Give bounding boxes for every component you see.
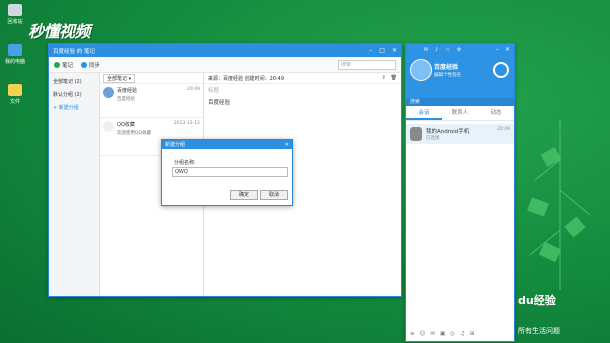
mail-icon[interactable]: ✉ xyxy=(430,331,435,337)
new-note-button[interactable]: 笔记 xyxy=(54,61,73,69)
qq-nickname: 百度经验 xyxy=(434,64,459,71)
tab-conversations[interactable]: 会话 xyxy=(406,106,442,120)
decorative-leaves xyxy=(527,120,591,290)
contacts-icon[interactable]: ☺ xyxy=(420,331,426,337)
plus-icon xyxy=(54,61,60,68)
folder-name-input[interactable]: QWQ xyxy=(172,167,288,177)
notes-search-input[interactable]: 搜索 xyxy=(338,59,396,70)
folder-name-label: 分组名称: xyxy=(174,160,196,166)
tab-contacts[interactable]: 联系人 xyxy=(442,106,478,120)
close-icon[interactable]: ✕ xyxy=(505,46,510,53)
delete-icon[interactable]: 🗑 xyxy=(391,75,397,81)
desktop-icon-file[interactable]: 文件 xyxy=(2,84,28,105)
qq-bottom-toolbar: ≡ ☺ ✉ ▣ ◎ ♫ ⊞ xyxy=(410,331,510,337)
apps-icon[interactable]: ⊞ xyxy=(470,331,475,337)
new-folder-link[interactable]: + 新建分组 xyxy=(49,101,99,114)
desktop-icon-label: 我的电脑 xyxy=(4,59,25,65)
desktop-icon-recycle-bin[interactable]: 回收站 xyxy=(2,4,28,25)
minimize-icon[interactable]: – xyxy=(496,46,499,53)
conversation-name: 我的Android手机 xyxy=(426,129,470,135)
music-icon[interactable]: ♫ xyxy=(460,331,465,337)
new-note-label: 笔记 xyxy=(62,62,74,69)
bell-icon[interactable]: ♪ xyxy=(435,47,438,53)
computer-icon xyxy=(8,44,22,56)
minimize-icon[interactable]: – xyxy=(369,47,372,54)
qq-search-input[interactable]: 搜索 xyxy=(406,98,514,106)
qq-signature[interactable]: 编辑个性签名 xyxy=(434,72,461,78)
close-icon[interactable]: ✕ xyxy=(392,47,397,54)
note-date: 2013-12-12 xyxy=(173,121,200,126)
avatar[interactable] xyxy=(410,59,432,81)
note-title: QQ收藏 xyxy=(117,122,135,128)
note-title: 百度经验 xyxy=(117,88,138,94)
star-icon[interactable]: ☆ xyxy=(445,47,449,53)
tab-feed[interactable]: 动态 xyxy=(478,106,514,120)
conversation-status: 已连接 xyxy=(426,136,440,141)
notes-title-bar: 百度经验 的 笔记 – □ ✕ xyxy=(49,44,401,57)
sync-label: 同步 xyxy=(89,62,101,69)
sync-icon xyxy=(81,61,88,68)
folder-default[interactable]: 默认分组 (2) xyxy=(49,88,99,101)
note-avatar-icon xyxy=(103,87,114,98)
desktop-icon-computer[interactable]: 我的电脑 xyxy=(2,44,28,65)
note-date: 20:49 xyxy=(187,87,200,92)
note-title-input[interactable]: 标题 xyxy=(204,84,401,96)
menu-icon[interactable]: ≡ xyxy=(410,331,415,337)
phone-icon xyxy=(410,127,422,141)
weather-sun-icon[interactable] xyxy=(493,62,509,78)
qq-panel: ✉ ♪ ☆ ⚙ – ✕ 百度经验 编辑个性签名 搜索 会话 联系人 动态 我的A… xyxy=(405,43,515,342)
watermark-tagline: 所有生活问题 xyxy=(518,327,560,335)
settings-icon[interactable]: ⚙ xyxy=(457,47,461,53)
cancel-button[interactable]: 取消 xyxy=(260,190,288,200)
brand-logo: 秒懂视频 xyxy=(28,22,91,41)
note-snippet: 百度经验 xyxy=(117,97,135,102)
recycle-bin-icon xyxy=(8,4,22,16)
folder-sidebar: 全部笔记 (2) 默认分组 (2) + 新建分组 xyxy=(49,73,100,296)
folder-icon[interactable]: ▣ xyxy=(440,331,445,337)
games-icon[interactable]: ◎ xyxy=(450,331,455,337)
desktop-icon-label: 回收站 xyxy=(7,19,23,25)
qq-header: ✉ ♪ ☆ ⚙ – ✕ 百度经验 编辑个性签名 xyxy=(406,44,514,98)
conversation-item[interactable]: 我的Android手机 已连接 20:49 xyxy=(406,124,514,144)
notes-window-title: 百度经验 的 笔记 xyxy=(53,48,95,55)
watermark-logo: du经验 xyxy=(518,294,556,307)
note-snippet: 欢迎使用QQ收藏 xyxy=(117,131,152,136)
dialog-close-icon[interactable]: ✕ xyxy=(285,142,289,148)
qq-tabs: 会话 联系人 动态 xyxy=(406,106,514,121)
share-icon[interactable]: ⇪ xyxy=(381,75,385,81)
qq-penguin-icon xyxy=(103,121,114,132)
maximize-icon[interactable]: □ xyxy=(379,47,385,54)
confirm-button[interactable]: 确定 xyxy=(230,190,258,200)
sync-button[interactable]: 同步 xyxy=(81,61,100,69)
notes-toolbar: 笔记 同步 搜索 xyxy=(49,57,401,73)
note-meta: 来源：百度经验 创建时间：20:49 xyxy=(208,75,284,82)
sort-dropdown[interactable]: 全部笔记 ▾ xyxy=(103,73,136,83)
note-item[interactable]: 百度经验 百度经验 20:49 xyxy=(100,84,203,118)
file-icon xyxy=(8,84,22,96)
note-body[interactable]: 百度经验 xyxy=(204,96,401,108)
mail-icon[interactable]: ✉ xyxy=(424,47,428,53)
desktop-icon-label: 文件 xyxy=(9,99,20,105)
folder-all[interactable]: 全部笔记 (2) xyxy=(49,75,99,88)
conversation-time: 20:49 xyxy=(497,127,510,132)
dialog-title: 新建分组 xyxy=(165,142,186,148)
new-folder-dialog: 新建分组 ✕ 分组名称: QWQ 确定 取消 xyxy=(161,139,293,206)
